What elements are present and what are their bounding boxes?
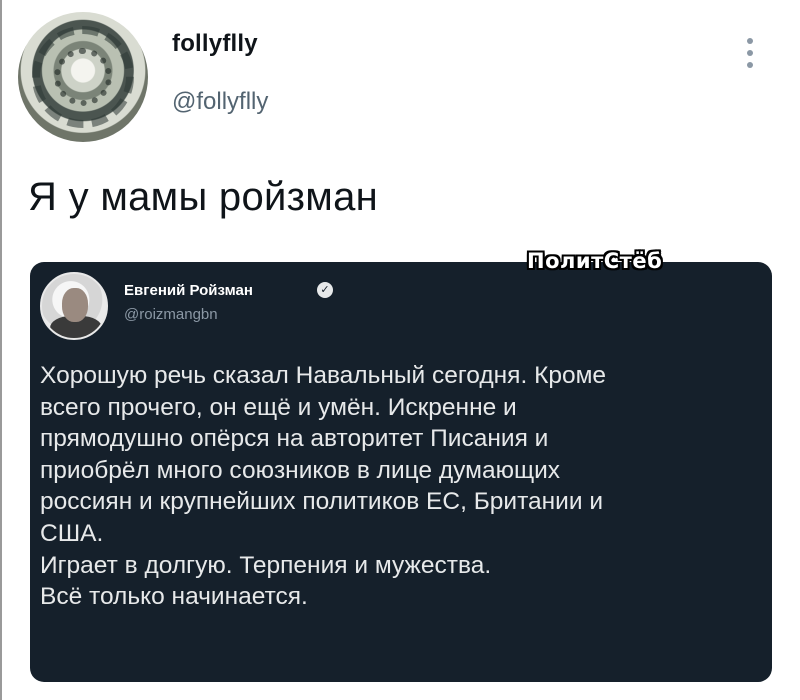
quoted-tweet-card[interactable]: Евгений Ройзман ✓ @roizmangbn Хорошую ре… [30, 262, 772, 682]
quoted-author-avatar[interactable] [40, 272, 108, 340]
user-avatar[interactable] [18, 12, 148, 142]
more-vertical-icon[interactable] [742, 36, 758, 70]
avatar-figure-face [62, 288, 88, 322]
quoted-tweet-body: Хорошую речь сказал Навальный сегодня. К… [40, 362, 607, 611]
more-dot [747, 38, 753, 44]
user-handle[interactable]: @follyflly [172, 88, 268, 116]
window-left-border [0, 0, 2, 700]
more-dot [747, 50, 753, 56]
avatar-pattern-inner [54, 48, 112, 106]
verified-badge-icon: ✓ [317, 282, 333, 298]
display-name[interactable]: follyflly [172, 30, 258, 58]
quoted-author-handle[interactable]: @roizmangbn [124, 306, 218, 323]
more-dot [747, 62, 753, 68]
quoted-author-name[interactable]: Евгений Ройзман [124, 282, 253, 299]
tweet-text: Я у мамы ройзман [28, 175, 379, 219]
watermark-logo: ПолитСтёб [527, 249, 663, 273]
